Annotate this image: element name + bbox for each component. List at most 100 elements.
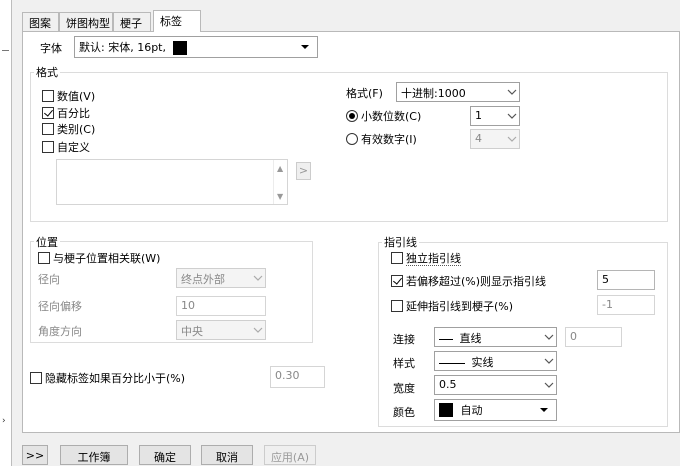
cancel-label: 取消: [216, 451, 238, 464]
connect-num-input[interactable]: 0: [565, 327, 622, 347]
relate-checkbox[interactable]: [38, 252, 50, 264]
percent-checkbox[interactable]: [42, 107, 54, 119]
expand-button[interactable]: >>: [22, 445, 48, 465]
angle-select[interactable]: 中央: [176, 320, 266, 340]
style-label: 样式: [393, 357, 415, 370]
custom-checkbox-row[interactable]: 自定义: [42, 139, 90, 155]
category-checkbox[interactable]: [42, 123, 54, 135]
width-select[interactable]: 0.5: [434, 375, 557, 395]
font-select[interactable]: 默认: 宋体, 16pt,: [74, 36, 318, 58]
color-label: 颜色: [393, 406, 415, 419]
radial-value: 终点外部: [181, 273, 225, 286]
hide-checkbox[interactable]: [30, 372, 42, 384]
width-value: 0.5: [439, 378, 457, 391]
chevron-down-icon: [507, 133, 517, 142]
radial-offset-label: 径向偏移: [38, 300, 82, 313]
color-swatch: [439, 403, 453, 417]
tab-label-active[interactable]: 标签: [153, 10, 201, 32]
radial-offset-input[interactable]: 10: [176, 296, 266, 316]
dropdown-arrow-icon: [540, 408, 548, 412]
hide-threshold-input[interactable]: 0.30: [270, 366, 325, 388]
chevron-down-icon: [544, 379, 554, 388]
extend-checkbox[interactable]: [391, 300, 403, 312]
workbook-button[interactable]: 工作簿: [60, 445, 128, 465]
independent-checkbox-row[interactable]: 独立指引线: [391, 250, 461, 266]
offset-checkbox-row[interactable]: 若偏移超过(%)则显示指引线: [391, 273, 546, 289]
apply-label: 应用(A): [270, 451, 310, 464]
relate-checkbox-label: 与梗子位置相关联(W): [53, 252, 161, 265]
chevron-down-icon: [507, 86, 517, 95]
tab-pattern[interactable]: 图案: [22, 12, 59, 31]
format-group-title: 格式: [34, 64, 60, 80]
percent-checkbox-label: 百分比: [57, 107, 90, 120]
offset-input[interactable]: 5: [597, 270, 655, 290]
custom-checkbox-label: 自定义: [57, 141, 90, 154]
format-type-value: 十进制:1000: [401, 87, 466, 100]
scroll-down-icon[interactable]: ▼: [277, 192, 283, 201]
connect-select[interactable]: 直线: [434, 327, 557, 347]
font-color-swatch: [172, 41, 187, 55]
tab-slice[interactable]: 梗子: [113, 12, 151, 31]
hide-checkbox-row[interactable]: 隐藏标签如果百分比小于(%): [30, 370, 185, 386]
collapse-mark: [2, 50, 9, 51]
relate-checkbox-row[interactable]: 与梗子位置相关联(W): [38, 250, 160, 266]
radial-label: 径向: [38, 273, 60, 286]
leader-group-title: 指引线: [382, 234, 419, 250]
position-group-title: 位置: [34, 234, 60, 250]
insert-format-button[interactable]: >: [296, 162, 311, 180]
chevron-down-icon: [507, 110, 517, 119]
decimal-select[interactable]: 1: [470, 106, 520, 126]
offset-checkbox[interactable]: [391, 275, 403, 287]
textarea-scrollbar[interactable]: ▲ ▼: [273, 160, 287, 204]
category-checkbox-row[interactable]: 类别(C): [42, 121, 95, 137]
value-checkbox-label: 数值(V): [57, 90, 96, 103]
apply-button[interactable]: 应用(A): [264, 445, 316, 465]
custom-checkbox[interactable]: [42, 141, 54, 153]
color-value: 自动: [460, 404, 483, 417]
width-label: 宽度: [393, 382, 415, 395]
cancel-button[interactable]: 取消: [201, 445, 253, 465]
ok-label: 确定: [154, 451, 176, 464]
extend-checkbox-label: 延伸指引线到梗子(%): [406, 300, 514, 313]
format-type-select[interactable]: 十进制:1000: [396, 82, 520, 102]
tab-label: 梗子: [120, 17, 142, 30]
hide-checkbox-label: 隐藏标签如果百分比小于(%): [45, 372, 186, 385]
percent-checkbox-row[interactable]: 百分比: [42, 105, 90, 121]
extend-checkbox-row[interactable]: 延伸指引线到梗子(%): [391, 298, 513, 314]
connect-value: 直线: [459, 332, 482, 345]
radial-select[interactable]: 终点外部: [176, 268, 266, 288]
insert-format-label: >: [298, 164, 309, 177]
tab-label: 饼图构型: [66, 17, 110, 30]
ok-button[interactable]: 确定: [139, 445, 191, 465]
decimal-value: 1: [475, 109, 482, 122]
angle-value: 中央: [181, 325, 203, 338]
angle-label: 角度方向: [38, 325, 82, 338]
independent-checkbox[interactable]: [391, 252, 403, 264]
value-checkbox[interactable]: [42, 90, 54, 102]
connect-label: 连接: [393, 333, 415, 346]
value-checkbox-row[interactable]: 数值(V): [42, 88, 95, 104]
chevron-down-icon: [253, 272, 263, 281]
font-value: 默认: 宋体, 16pt,: [79, 41, 166, 54]
sig-select[interactable]: 4: [470, 129, 520, 149]
line-sample-icon: [439, 338, 453, 340]
chevron-down-icon: [253, 324, 263, 333]
style-select[interactable]: 实线: [434, 351, 557, 371]
decimal-radio-row[interactable]: 小数位数(C): [346, 108, 421, 124]
scroll-up-icon[interactable]: ▲: [277, 164, 283, 173]
tab-label: 标签: [160, 15, 182, 28]
custom-format-textarea[interactable]: ▲ ▼: [56, 159, 288, 205]
extend-input[interactable]: -1: [597, 295, 655, 315]
dropdown-arrow-icon: [301, 45, 309, 49]
sig-radio[interactable]: [346, 133, 358, 145]
tab-pie-config[interactable]: 饼图构型: [59, 12, 113, 31]
offset-checkbox-label: 若偏移超过(%)则显示指引线: [406, 275, 547, 288]
independent-checkbox-label: 独立指引线: [406, 252, 461, 266]
solid-line-icon: [439, 362, 465, 364]
color-select[interactable]: 自动: [434, 399, 557, 421]
decimal-radio-label: 小数位数(C): [361, 110, 422, 123]
sig-radio-row[interactable]: 有效数字(I): [346, 131, 417, 147]
format-type-label: 格式(F): [346, 87, 383, 100]
chevron-right-icon[interactable]: ›: [2, 416, 6, 426]
decimal-radio[interactable]: [346, 110, 358, 122]
